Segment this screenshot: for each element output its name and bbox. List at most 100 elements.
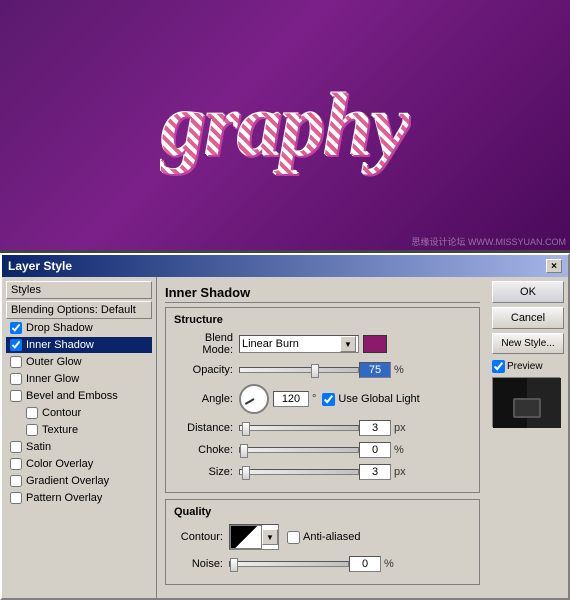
contour-dropdown[interactable]: ▼ (229, 524, 279, 550)
ok-button[interactable]: OK (492, 281, 564, 303)
quality-label: Quality (174, 506, 471, 518)
distance-label: Distance: (174, 422, 239, 434)
dialog-title: Layer Style (8, 259, 72, 273)
size-slider[interactable] (239, 465, 359, 479)
quality-section: Quality Contour: ▼ Anti-aliased Noise: (165, 499, 480, 585)
section-title: Inner Shadow (165, 285, 480, 303)
anti-aliased-checkbox[interactable] (287, 531, 300, 544)
structure-label: Structure (174, 314, 471, 326)
preview-box (492, 377, 560, 427)
noise-input[interactable] (349, 556, 381, 572)
choke-input[interactable] (359, 442, 391, 458)
layer-item-contour[interactable]: Contour (6, 405, 152, 421)
noise-track (229, 561, 349, 567)
size-input[interactable] (359, 464, 391, 480)
choke-track (239, 447, 359, 453)
blend-mode-arrow[interactable]: ▼ (340, 336, 356, 352)
cancel-button[interactable]: Cancel (492, 307, 564, 329)
layer-item-color-overlay[interactable]: Color Overlay (6, 456, 152, 472)
distance-slider[interactable] (239, 421, 359, 435)
dialog-titlebar: Layer Style × (2, 255, 568, 277)
new-style-button[interactable]: New Style... (492, 333, 564, 354)
blend-color-swatch[interactable] (363, 335, 387, 353)
angle-input[interactable] (273, 391, 309, 407)
texture-label: Texture (42, 424, 78, 436)
satin-checkbox[interactable] (10, 441, 22, 453)
contour-label: Contour (42, 407, 81, 419)
color-overlay-checkbox[interactable] (10, 458, 22, 470)
anti-aliased-text: Anti-aliased (303, 531, 360, 543)
size-thumb[interactable] (242, 466, 250, 480)
choke-label: Choke: (174, 444, 239, 456)
opacity-slider[interactable] (239, 363, 359, 377)
angle-dial[interactable] (239, 384, 269, 414)
opacity-thumb[interactable] (311, 364, 319, 378)
preview-checkbox[interactable] (492, 360, 505, 373)
inner-glow-label: Inner Glow (26, 373, 79, 385)
noise-thumb[interactable] (230, 558, 238, 572)
preview-label[interactable]: Preview (492, 360, 564, 373)
distance-input[interactable] (359, 420, 391, 436)
opacity-input[interactable] (359, 362, 391, 378)
blend-mode-dropdown[interactable]: Linear Burn ▼ (239, 335, 359, 353)
color-overlay-label: Color Overlay (26, 458, 93, 470)
angle-label: Angle: (174, 393, 239, 405)
distance-thumb[interactable] (242, 422, 250, 436)
outer-glow-checkbox[interactable] (10, 356, 22, 368)
layer-item-pattern-overlay[interactable]: Pattern Overlay (6, 490, 152, 506)
layer-item-outer-glow[interactable]: Outer Glow (6, 354, 152, 370)
inner-shadow-checkbox[interactable] (10, 339, 22, 351)
noise-slider[interactable] (229, 557, 349, 571)
layer-item-inner-shadow[interactable]: Inner Shadow (6, 337, 152, 353)
choke-thumb[interactable] (240, 444, 248, 458)
gradient-overlay-checkbox[interactable] (10, 475, 22, 487)
angle-unit: ° (312, 393, 316, 405)
pattern-overlay-label: Pattern Overlay (26, 492, 102, 504)
global-light-label[interactable]: Use Global Light (322, 393, 419, 406)
anti-aliased-label[interactable]: Anti-aliased (287, 531, 360, 544)
contour-row: Contour: ▼ Anti-aliased (174, 524, 471, 550)
inner-glow-checkbox[interactable] (10, 373, 22, 385)
layer-item-bevel-emboss[interactable]: Bevel and Emboss (6, 388, 152, 404)
bevel-emboss-checkbox[interactable] (10, 390, 22, 402)
layer-item-satin[interactable]: Satin (6, 439, 152, 455)
choke-slider[interactable] (239, 443, 359, 457)
bevel-emboss-label: Bevel and Emboss (26, 390, 118, 402)
noise-label: Noise: (174, 558, 229, 570)
size-unit: px (394, 466, 406, 478)
texture-checkbox[interactable] (26, 424, 38, 436)
contour-arrow[interactable]: ▼ (262, 529, 278, 545)
choke-unit: % (394, 444, 404, 456)
size-label: Size: (174, 466, 239, 478)
layer-item-gradient-overlay[interactable]: Gradient Overlay (6, 473, 152, 489)
canvas-text: graphy (161, 74, 409, 177)
angle-row: Angle: ° Use Global Light (174, 384, 471, 414)
noise-unit: % (384, 558, 394, 570)
noise-row: Noise: % (174, 556, 471, 572)
pattern-overlay-checkbox[interactable] (10, 492, 22, 504)
close-button[interactable]: × (546, 259, 562, 273)
distance-row: Distance: px (174, 420, 471, 436)
layer-item-drop-shadow[interactable]: Drop Shadow (6, 320, 152, 336)
opacity-unit: % (394, 364, 404, 376)
layer-item-inner-glow[interactable]: Inner Glow (6, 371, 152, 387)
structure-section: Structure Blend Mode: Linear Burn ▼ Opac… (165, 307, 480, 493)
contour-preview[interactable] (230, 525, 262, 549)
choke-row: Choke: % (174, 442, 471, 458)
opacity-row: Opacity: % (174, 362, 471, 378)
blend-mode-row: Blend Mode: Linear Burn ▼ (174, 332, 471, 356)
blend-mode-value: Linear Burn (242, 338, 299, 350)
preview-text: Preview (507, 361, 543, 372)
drop-shadow-checkbox[interactable] (10, 322, 22, 334)
contour-row-label: Contour: (174, 531, 229, 543)
drop-shadow-label: Drop Shadow (26, 322, 93, 334)
layer-item-texture[interactable]: Texture (6, 422, 152, 438)
styles-header[interactable]: Styles (6, 281, 152, 299)
contour-checkbox[interactable] (26, 407, 38, 419)
blending-options[interactable]: Blending Options: Default (6, 301, 152, 319)
global-light-checkbox[interactable] (322, 393, 335, 406)
size-row: Size: px (174, 464, 471, 480)
watermark: 思缘设计论坛 WWW.MISSYUAN.COM (412, 235, 567, 248)
layer-style-dialog: Layer Style × Styles Blending Options: D… (0, 253, 570, 600)
canvas-area: graphy 思缘设计论坛 WWW.MISSYUAN.COM (0, 0, 570, 250)
